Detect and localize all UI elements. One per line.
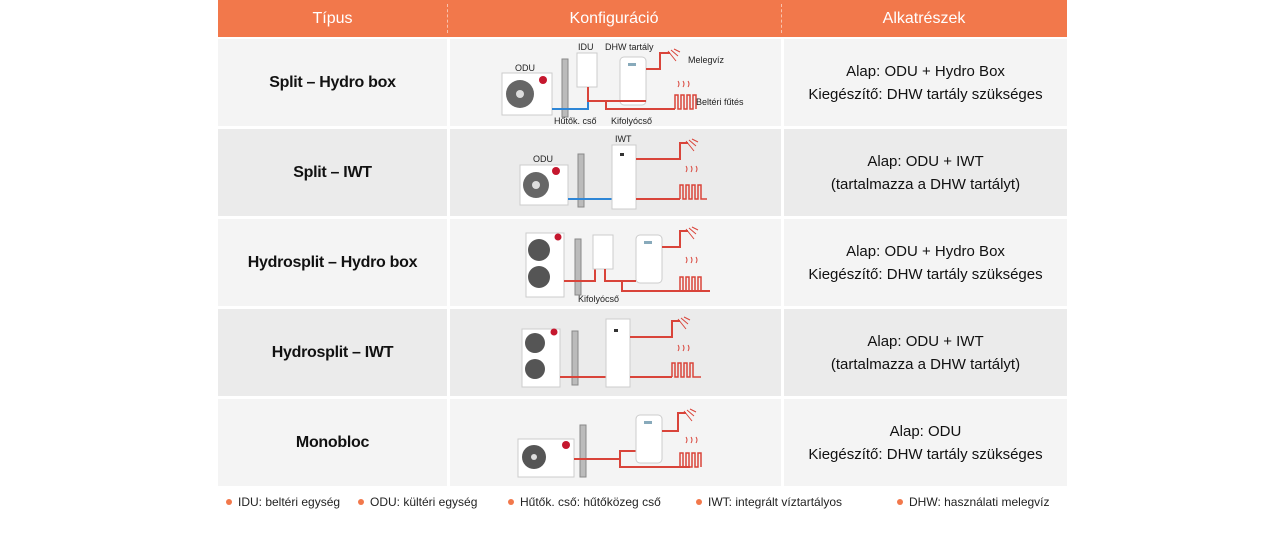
underfloor-heating-icon — [671, 344, 701, 378]
components-extra: (tartalmazza a DHW tartályt) — [830, 355, 1021, 373]
components-extra: Kiegészítő: DHW tartály szükséges — [808, 445, 1043, 463]
components-extra: Kiegészítő: DHW tartály szükséges — [808, 85, 1043, 103]
idu-unit-icon — [576, 52, 598, 88]
type-cell: Hydrosplit – Hydro box — [218, 219, 447, 306]
odu-unit-icon — [521, 328, 561, 388]
label-outlet: Kifolyócső — [578, 294, 619, 304]
type-cell: Split – Hydro box — [218, 39, 447, 126]
configuration-diagram — [447, 399, 781, 486]
odu-unit-icon — [519, 164, 569, 206]
table-row: Split – IWT ODU IWT Alap: ODU + IWT (tar… — [218, 129, 1067, 216]
hot-water-pipe — [636, 142, 688, 160]
table-row: Hydrosplit – Hydro box Kifolyócső Alap: … — [218, 219, 1067, 306]
table-header: Típus Konfiguráció Alkatrészek — [218, 0, 1067, 37]
header-configuration: Konfiguráció — [447, 0, 781, 37]
hot-water-pipe — [646, 52, 670, 70]
dhw-tank-icon — [619, 56, 647, 106]
components-base: Alap: ODU + Hydro Box — [846, 62, 1005, 80]
label-ref-pipe: Hűtők. cső — [554, 116, 597, 126]
shower-icon — [667, 48, 681, 62]
bullet-icon — [508, 499, 514, 505]
header-type: Típus — [312, 9, 353, 27]
odu-unit-icon — [525, 232, 565, 298]
label-idu: IDU — [578, 42, 594, 52]
underfloor-heating-icon — [674, 80, 697, 110]
components-base: Alap: ODU — [889, 422, 962, 440]
shower-icon — [677, 316, 691, 330]
split-iwt-diagram: ODU IWT — [519, 134, 707, 210]
underfloor-heating-icon — [679, 436, 702, 468]
hydrosplit-hydrobox-diagram: Kifolyócső — [525, 226, 710, 304]
legend-item: IDU: beltéri egység — [226, 495, 340, 509]
label-hot-water: Melegvíz — [688, 55, 725, 65]
bullet-icon — [897, 499, 903, 505]
hydro-box-icon — [592, 234, 614, 270]
underfloor-heating-icon — [679, 165, 707, 200]
refrigerant-pipe — [552, 87, 589, 110]
label-odu: ODU — [515, 63, 535, 73]
components-base: Alap: ODU + IWT — [867, 332, 984, 350]
odu-unit-icon — [501, 72, 553, 116]
components-cell: Alap: ODU + IWT (tartalmazza a DHW tartá… — [781, 309, 1067, 396]
type-cell: Hydrosplit – IWT — [218, 309, 447, 396]
type-cell: Monobloc — [218, 399, 447, 486]
components-cell: Alap: ODU + Hydro Box Kiegészítő: DHW ta… — [781, 39, 1067, 126]
shower-icon — [685, 226, 699, 240]
monobloc-diagram — [517, 408, 702, 478]
dhw-tank-icon — [635, 234, 663, 284]
label-odu: ODU — [533, 154, 553, 164]
components-extra: Kiegészítő: DHW tartály szükséges — [808, 265, 1043, 283]
bullet-icon — [696, 499, 702, 505]
hydrosplit-iwt-diagram — [521, 316, 701, 388]
legend-item: DHW: használati melegvíz — [897, 495, 1050, 509]
outlet-pipe — [604, 269, 636, 282]
iwt-unit-icon — [605, 318, 631, 388]
configuration-diagram: ODU IWT — [447, 129, 781, 216]
pipe-wall-icon — [574, 238, 582, 296]
legend: IDU: beltéri egység ODU: kültéri egység … — [0, 495, 1284, 515]
label-outlet: Kifolyócső — [611, 116, 652, 126]
odu-unit-icon — [517, 438, 575, 478]
components-extra: (tartalmazza a DHW tartályt) — [830, 175, 1021, 193]
legend-item: Hűtők. cső: hűtőközeg cső — [508, 495, 661, 509]
configuration-diagram — [447, 309, 781, 396]
type-cell: Split – IWT — [218, 129, 447, 216]
label-iwt: IWT — [615, 134, 632, 144]
split-hydrobox-diagram: ODU Hűtők. cső IDU DHW tartály Melegvíz … — [501, 42, 744, 126]
configuration-diagram: ODU Hűtők. cső IDU DHW tartály Melegvíz … — [447, 39, 781, 126]
legend-item: ODU: kültéri egység — [358, 495, 477, 509]
label-heating: Beltéri fűtés — [696, 97, 744, 107]
components-base: Alap: ODU + Hydro Box — [846, 242, 1005, 260]
underfloor-heating-icon — [679, 256, 702, 292]
components-base: Alap: ODU + IWT — [867, 152, 984, 170]
heat-pump-configuration-table: Típus Konfiguráció Alkatrészek Split – H… — [218, 0, 1067, 486]
shower-icon — [683, 408, 697, 422]
header-components: Alkatrészek — [781, 0, 1067, 37]
bullet-icon — [226, 499, 232, 505]
components-cell: Alap: ODU + IWT (tartalmazza a DHW tartá… — [781, 129, 1067, 216]
components-cell: Alap: ODU + Hydro Box Kiegészítő: DHW ta… — [781, 219, 1067, 306]
components-cell: Alap: ODU Kiegészítő: DHW tartály szüksé… — [781, 399, 1067, 486]
legend-item: IWT: integrált víztartályos — [696, 495, 842, 509]
table-row: Monobloc Alap: ODU Kiegészítő: DHW tartá… — [218, 399, 1067, 486]
dhw-tank-icon — [635, 414, 663, 464]
table-row: Hydrosplit – IWT Alap: ODU + IWT (tartal… — [218, 309, 1067, 396]
configuration-diagram: Kifolyócső — [447, 219, 781, 306]
iwt-unit-icon — [611, 144, 637, 210]
pipe-wall-icon — [579, 424, 587, 478]
bullet-icon — [358, 499, 364, 505]
label-tank: DHW tartály — [605, 42, 654, 52]
table-row: Split – Hydro box ODU Hűtők. cső IDU DHW… — [218, 39, 1067, 126]
shower-icon — [685, 138, 699, 152]
